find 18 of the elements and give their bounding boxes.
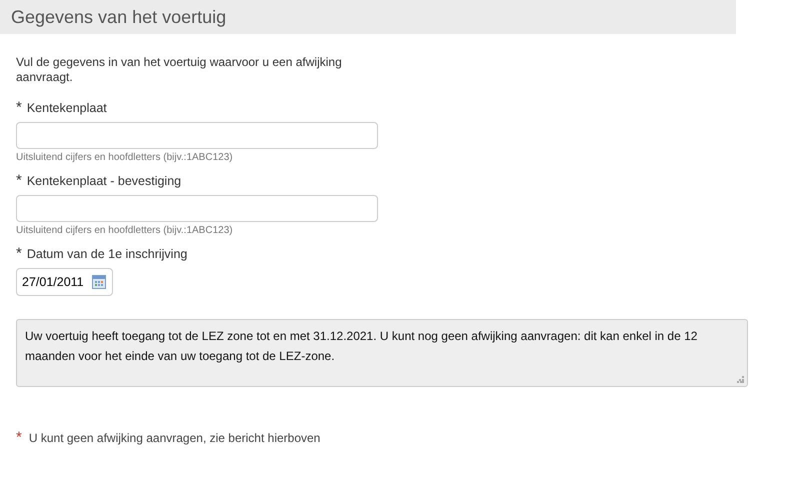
error-marker: * <box>16 429 22 446</box>
required-marker: * <box>16 245 22 262</box>
field-label: Kentekenplaat <box>26 101 107 115</box>
intro-text: Vul de gegevens in van het voertuig waarvoor u een afwijking aanvraagt. <box>16 55 343 85</box>
field-hint: Uitsluitend cijfers en hoofdletters (bijv.:1ABC123) <box>16 152 233 163</box>
text-field[interactable] <box>16 122 378 149</box>
required-marker: * <box>16 172 22 189</box>
text-field[interactable] <box>16 195 378 222</box>
calendar-icon[interactable] <box>92 275 106 289</box>
resize-grip-icon[interactable] <box>737 376 744 383</box>
message-box: Uw voertuig heeft toegang tot de LEZ zone tot en met 31.12.2021. U kunt nog geen afwijking aanvragen: dit kan enkel in de 12 maanden voor het einde van uw toegang tot de LEZ-zone. <box>16 319 748 387</box>
error-message: U kunt geen afwijking aanvragen, zie bericht hierboven <box>28 431 320 445</box>
date-field[interactable]: 27/01/2011 <box>16 268 113 296</box>
field-label: Kentekenplaat - bevestiging <box>26 174 182 188</box>
field-hint: Uitsluitend cijfers en hoofdletters (bijv.:1ABC123) <box>16 225 233 236</box>
field-label: Datum van de 1e inschrijving <box>26 247 188 261</box>
required-marker: * <box>16 99 22 116</box>
section-title: Gegevens van het voertuig <box>11 6 226 28</box>
